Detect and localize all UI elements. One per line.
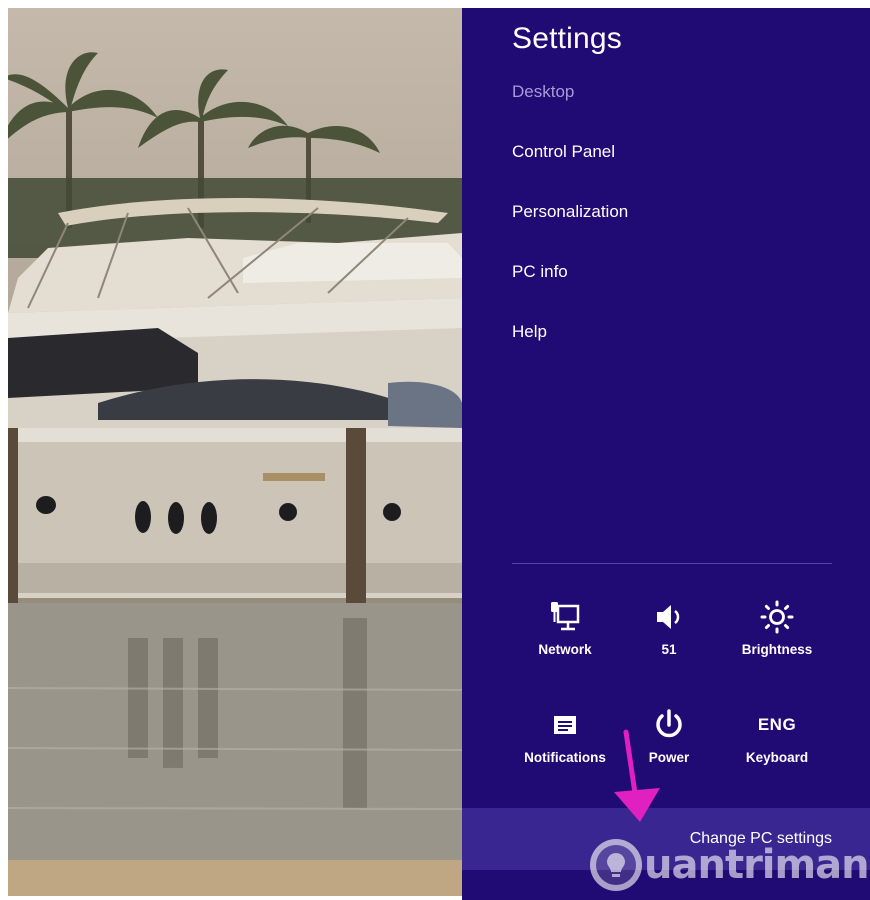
- settings-charm-panel: Settings Desktop Control Panel Personali…: [462, 8, 870, 900]
- network-label: Network: [538, 642, 592, 657]
- network-icon: [510, 596, 620, 638]
- help-link[interactable]: Help: [512, 322, 547, 342]
- notifications-tile[interactable]: Notifications: [510, 704, 620, 765]
- keyboard-label: Keyboard: [745, 750, 809, 765]
- notifications-icon: [510, 704, 620, 746]
- volume-tile[interactable]: 51: [614, 596, 724, 657]
- control-panel-link[interactable]: Control Panel: [512, 142, 615, 162]
- power-label: Power: [648, 750, 690, 765]
- change-pc-settings-button[interactable]: Change PC settings: [462, 808, 870, 870]
- personalization-link[interactable]: Personalization: [512, 202, 628, 222]
- volume-label: 51: [661, 642, 677, 657]
- yacht-photo: [8, 52, 462, 896]
- brightness-label: Brightness: [741, 642, 813, 657]
- notifications-label: Notifications: [524, 750, 606, 765]
- desktop-wallpaper: [8, 8, 462, 896]
- network-tile[interactable]: Network: [510, 596, 620, 657]
- page-title: Settings: [512, 22, 622, 55]
- sun-icon: [722, 596, 832, 638]
- pc-info-link[interactable]: PC info: [512, 262, 568, 282]
- change-pc-settings-label: Change PC settings: [689, 830, 832, 847]
- speaker-icon: [614, 596, 724, 638]
- keyboard-language-indicator: ENG: [722, 704, 832, 746]
- settings-context-label: Desktop: [512, 82, 575, 101]
- power-icon: [614, 704, 724, 746]
- keyboard-language-text: ENG: [757, 715, 797, 734]
- brightness-tile[interactable]: Brightness: [722, 596, 832, 657]
- divider: [512, 563, 832, 564]
- power-tile[interactable]: Power: [614, 704, 724, 765]
- keyboard-tile[interactable]: ENG Keyboard: [722, 704, 832, 765]
